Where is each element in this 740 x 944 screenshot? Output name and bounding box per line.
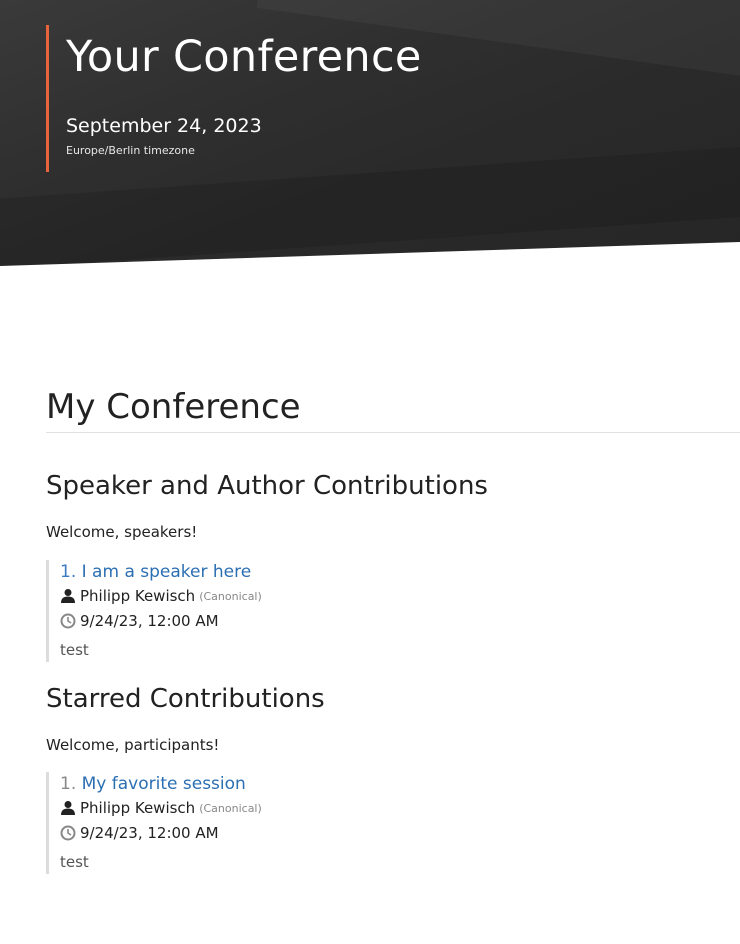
contribution-number: 1. — [60, 774, 77, 794]
speaker-affiliation: (Canonical) — [199, 801, 262, 815]
main-content: My Conference Speaker and Author Contrib… — [46, 390, 740, 874]
contribution-description: test — [60, 641, 89, 659]
clock-icon — [60, 825, 76, 841]
contribution-time: 9/24/23, 12:00 AM — [80, 611, 219, 630]
contribution-time-row: 9/24/23, 12:00 AM — [60, 825, 740, 841]
contribution-speaker-row: Philipp Kewisch (Canonical) — [60, 588, 740, 604]
contribution-number: 1. — [60, 562, 77, 582]
contribution-item: 1. My favorite session Philipp Kewisch (… — [46, 772, 740, 874]
speaker-affiliation: (Canonical) — [199, 589, 262, 603]
contribution-description: test — [60, 853, 89, 871]
page-title: My Conference — [46, 390, 740, 433]
contribution-title: I am a speaker here — [81, 562, 252, 582]
contribution-item: 1. I am a speaker here Philipp Kewisch (… — [46, 560, 740, 662]
clock-icon — [60, 613, 76, 629]
section-intro: Welcome, speakers! — [46, 523, 198, 541]
section-title-speaker-contributions: Speaker and Author Contributions — [46, 471, 488, 501]
conference-timezone: Europe/Berlin timezone — [66, 144, 195, 157]
section-intro: Welcome, participants! — [46, 736, 220, 754]
contribution-title: My favorite session — [81, 774, 246, 794]
speaker-name[interactable]: Philipp Kewisch — [80, 800, 195, 816]
contribution-link[interactable]: 1. I am a speaker here — [60, 562, 251, 582]
header-title-block: Your Conference September 24, 2023 Europ… — [46, 25, 422, 172]
contribution-time-row: 9/24/23, 12:00 AM — [60, 613, 740, 629]
contribution-speaker-row: Philipp Kewisch (Canonical) — [60, 800, 740, 816]
contribution-link[interactable]: My favorite session — [82, 774, 246, 794]
speaker-name[interactable]: Philipp Kewisch — [80, 588, 195, 604]
section-title-starred-contributions: Starred Contributions — [46, 684, 325, 714]
conference-date: September 24, 2023 — [66, 115, 262, 137]
person-icon — [60, 588, 76, 604]
conference-title[interactable]: Your Conference — [66, 36, 422, 79]
person-icon — [60, 800, 76, 816]
conference-header: Your Conference September 24, 2023 Europ… — [0, 0, 740, 266]
contribution-title-row: 1. I am a speaker here — [60, 564, 740, 581]
contribution-time: 9/24/23, 12:00 AM — [80, 823, 219, 842]
contribution-title-row: 1. My favorite session — [60, 776, 740, 793]
